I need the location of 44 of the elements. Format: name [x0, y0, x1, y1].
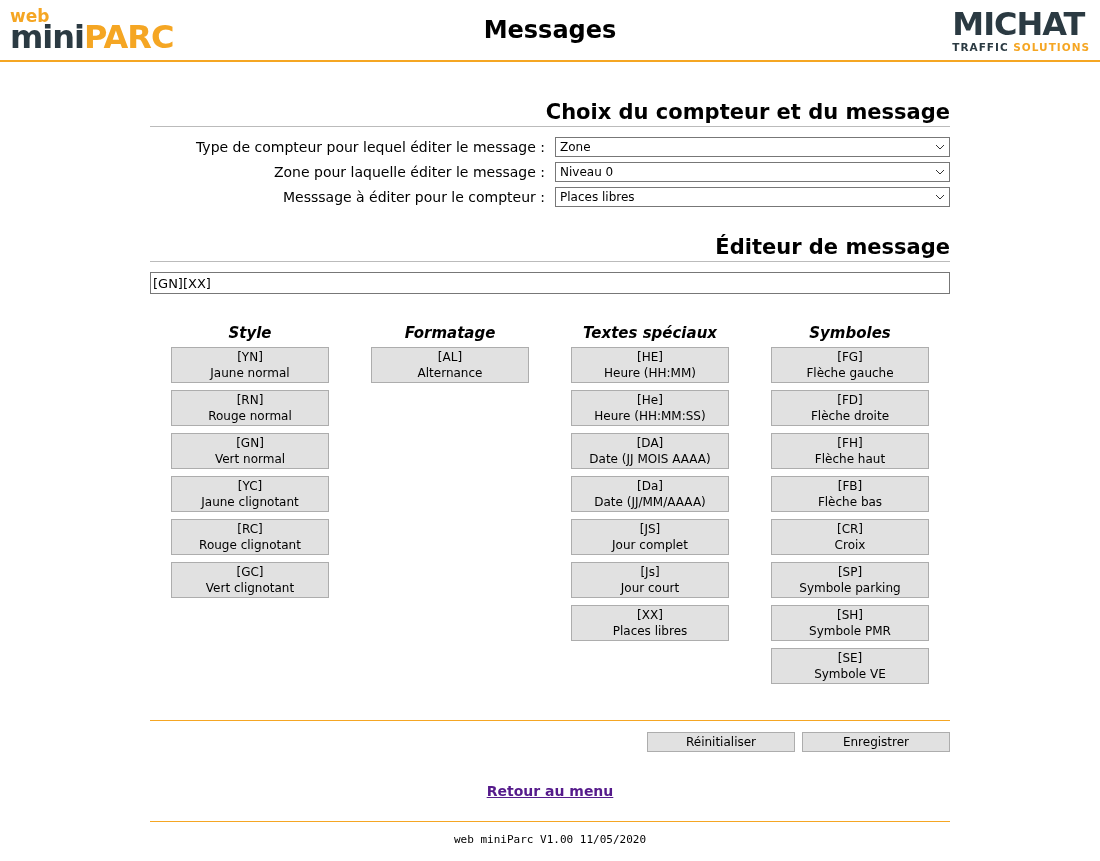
code-button[interactable]: [SH] Symbole PMR — [771, 605, 929, 641]
footer-text: web miniParc V1.00 11/05/2020 — [453, 833, 647, 846]
code-button[interactable]: [RN] Rouge normal — [171, 390, 329, 426]
reset-button[interactable]: Réinitialiser — [647, 732, 795, 752]
code-button[interactable]: [AL] Alternance — [371, 347, 529, 383]
dropdown[interactable]: Places libres — [555, 187, 950, 207]
code-button[interactable]: [CR] Croix — [771, 519, 929, 555]
code-button[interactable]: [RC] Rouge clignotant — [171, 519, 329, 555]
code-button[interactable]: [FH] Flèche haut — [771, 433, 929, 469]
code-button[interactable]: [SP] Symbole parking — [771, 562, 929, 598]
code-button[interactable]: [FB] Flèche bas — [771, 476, 929, 512]
dropdown[interactable]: Zone — [555, 137, 950, 157]
group-heading: Style — [228, 324, 272, 342]
dropdown[interactable]: Niveau 0 — [555, 162, 950, 182]
caret-icon — [935, 194, 945, 200]
code-button[interactable]: [JS] Jour complet — [571, 519, 729, 555]
code-button[interactable]: [GC] Vert clignotant — [171, 562, 329, 598]
group-heading: Symboles — [809, 324, 891, 342]
code-button[interactable]: [Js] Jour court — [571, 562, 729, 598]
code-button[interactable]: [YC] Jaune clignotant — [171, 476, 329, 512]
code-button[interactable]: [GN] Vert normal — [171, 433, 329, 469]
code-button[interactable]: [FD] Flèche droite — [771, 390, 929, 426]
section-title: Éditeur de message — [150, 235, 950, 262]
back-link[interactable]: Retour au menu — [486, 783, 614, 799]
code-button[interactable]: [XX] Places libres — [571, 605, 729, 641]
message-field[interactable]: [GN][XX] — [150, 272, 950, 294]
group-heading: Textes spéciaux — [583, 324, 717, 342]
code-button[interactable]: [SE] Symbole VE — [771, 648, 929, 684]
field-label: Zone pour laquelle éditer le message : — [272, 164, 545, 180]
code-button[interactable]: [Da] Date (JJ/MM/AAAA) — [571, 476, 729, 512]
group-heading: Formatage — [404, 324, 496, 342]
page-title: Messages — [482, 16, 618, 44]
code-button[interactable]: [FG] Flèche gauche — [771, 347, 929, 383]
logo: MICHAT TRAFFIC SOLUTIONS — [952, 7, 1090, 53]
caret-icon — [935, 169, 945, 175]
code-button[interactable]: [YN] Jaune normal — [171, 347, 329, 383]
caret-icon — [935, 144, 945, 150]
field-label: Type de compteur pour lequel éditer le message : — [195, 139, 545, 155]
code-button[interactable]: [He] Heure (HH:MM:SS) — [571, 390, 729, 426]
code-button[interactable]: [DA] Date (JJ MOIS AAAA) — [571, 433, 729, 469]
field-label: Messsage à éditer pour le compteur : — [282, 189, 545, 205]
code-button[interactable]: [HE] Heure (HH:MM) — [571, 347, 729, 383]
save-button[interactable]: Enregistrer — [802, 732, 950, 752]
section-title: Choix du compteur et du message — [150, 100, 950, 127]
